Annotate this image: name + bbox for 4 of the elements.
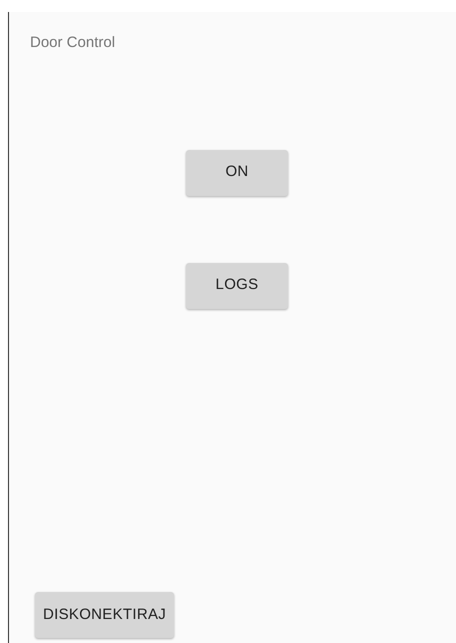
action-button[interactable]: LOGS — [186, 262, 288, 308]
app-title: Door Control — [30, 33, 116, 53]
action-button[interactable]: ON — [186, 150, 288, 196]
disconnect-button[interactable]: DISKONEKTIRAJ — [35, 592, 174, 638]
